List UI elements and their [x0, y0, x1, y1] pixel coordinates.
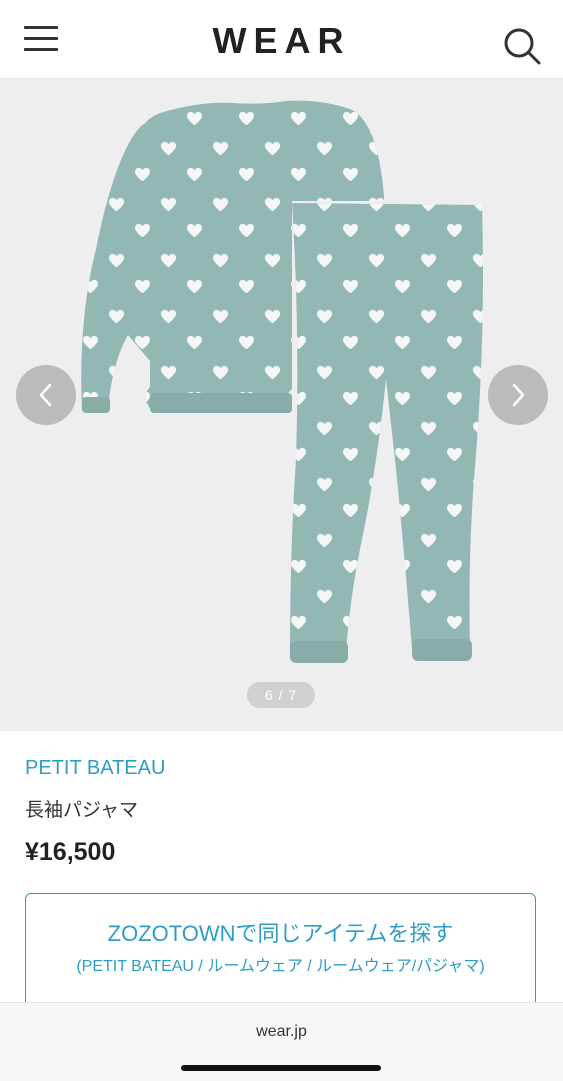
chevron-right-icon [512, 383, 525, 407]
image-counter: 6 / 7 [247, 682, 315, 708]
search-icon[interactable] [502, 26, 542, 66]
next-image-button[interactable] [488, 365, 548, 425]
top-header: WEAR [0, 0, 563, 79]
product-image-gallery[interactable]: 6 / 7 [0, 79, 563, 731]
site-logo[interactable]: WEAR [0, 20, 563, 62]
zozotown-button-title: ZOZOTOWNで同じアイテムを探す [107, 921, 454, 946]
brand-link[interactable]: PETIT BATEAU [25, 757, 165, 780]
url-text[interactable]: wear.jp [0, 1023, 563, 1041]
product-name: 長袖パジャマ [25, 800, 139, 821]
browser-address-bar: wear.jp [0, 1002, 563, 1081]
home-indicator[interactable] [181, 1065, 381, 1071]
chevron-left-icon [39, 383, 52, 407]
product-image [81, 100, 483, 663]
zozotown-button-subtitle: (PETIT BATEAU / ルームウェア / ルームウェア/パジャマ) [76, 958, 485, 975]
product-price: ¥16,500 [25, 838, 116, 866]
previous-image-button[interactable] [16, 365, 76, 425]
